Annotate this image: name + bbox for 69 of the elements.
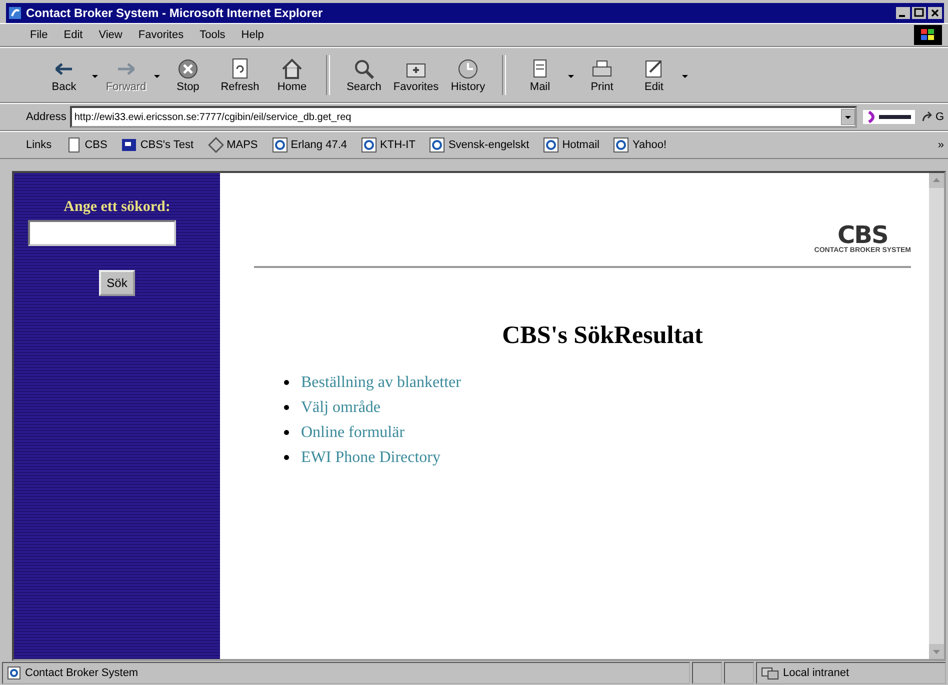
page-icon [543, 137, 560, 153]
mail-button[interactable]: Mail [516, 55, 564, 95]
menu-item[interactable]: Favorites [136, 29, 186, 41]
page-icon [66, 137, 82, 153]
dropdown-arrow-icon[interactable] [841, 109, 856, 125]
browser-icon [8, 6, 22, 20]
magnifier-icon [352, 57, 376, 81]
page-icon [361, 137, 378, 153]
stop-button[interactable]: Stop [164, 55, 212, 95]
link-button[interactable]: CBS [66, 137, 108, 153]
link-button[interactable]: Yahoo! [613, 137, 667, 153]
result-link[interactable]: Online formulär [301, 424, 405, 442]
result-link[interactable]: EWI Phone Directory [301, 448, 441, 466]
toolbar-logo-icon[interactable] [861, 108, 918, 126]
print-button[interactable]: Print [578, 55, 626, 95]
logo-mark: CBS [838, 223, 888, 247]
minimize-icon[interactable] [896, 7, 910, 19]
status-pane [692, 662, 722, 684]
menu-item[interactable]: View [96, 29, 124, 41]
bullet-icon [284, 405, 289, 410]
history-button[interactable]: History [444, 55, 492, 95]
link-button[interactable]: Svensk-engelskt [429, 137, 530, 153]
page-icon [272, 137, 288, 153]
app-icon [121, 137, 138, 153]
page-icon [7, 666, 21, 680]
window-title: Contact Broker System - Microsoft Internet Explorer [26, 6, 324, 20]
search-button[interactable]: Search [340, 55, 388, 95]
bullet-icon [284, 430, 289, 435]
address-label: Address [26, 111, 66, 123]
link-button[interactable]: KTH-IT [361, 137, 416, 153]
computers-icon [761, 666, 779, 680]
page-icon [429, 137, 446, 153]
status-text: Contact Broker System [25, 667, 138, 679]
result-link[interactable]: Beställning av blanketter [301, 374, 461, 392]
status-pane [724, 662, 754, 684]
bullet-icon [284, 455, 289, 460]
maximize-icon[interactable] [912, 7, 926, 19]
favorites-button[interactable]: Favorites [392, 55, 440, 95]
more-links-button[interactable]: » [938, 139, 944, 151]
stop-icon [176, 57, 200, 81]
bullet-icon [284, 380, 289, 385]
refresh-button[interactable]: Refresh [216, 55, 264, 95]
clock-icon [456, 57, 480, 81]
back-button[interactable]: Back [40, 55, 88, 95]
result-link[interactable]: Välj område [301, 398, 381, 416]
home-button[interactable]: Home [268, 55, 316, 95]
menu-item[interactable]: Edit [62, 29, 85, 41]
zone-text: Local intranet [783, 667, 850, 679]
edit-button[interactable]: Edit [630, 55, 678, 95]
menu-item[interactable]: Help [239, 29, 266, 41]
menu-item[interactable]: File [28, 29, 50, 41]
flag-icon [920, 28, 936, 42]
link-button[interactable]: CBS's Test [121, 137, 194, 153]
links-label: Links [26, 139, 52, 151]
go-button[interactable]: G [921, 111, 944, 123]
page-icon [613, 137, 630, 153]
search-label: Ange ett sökord: [64, 199, 170, 216]
search-field[interactable] [28, 220, 176, 246]
menu-item[interactable]: Tools [198, 29, 228, 41]
link-button[interactable]: Erlang 47.4 [272, 137, 348, 153]
link-button[interactable]: Hotmail [543, 137, 600, 153]
search-button[interactable]: Sök [98, 270, 136, 296]
close-icon[interactable] [928, 7, 942, 19]
page-heading: CBS's SökResultat [501, 322, 704, 350]
diamond-icon [208, 137, 224, 153]
link-button[interactable]: MAPS [208, 137, 258, 153]
house-icon [280, 57, 304, 81]
address-field[interactable]: http://ewi33.ewi.ericsson.se:7777/cgibin/eil/service_db.get_req [70, 106, 858, 128]
arrow-icon [921, 111, 934, 123]
